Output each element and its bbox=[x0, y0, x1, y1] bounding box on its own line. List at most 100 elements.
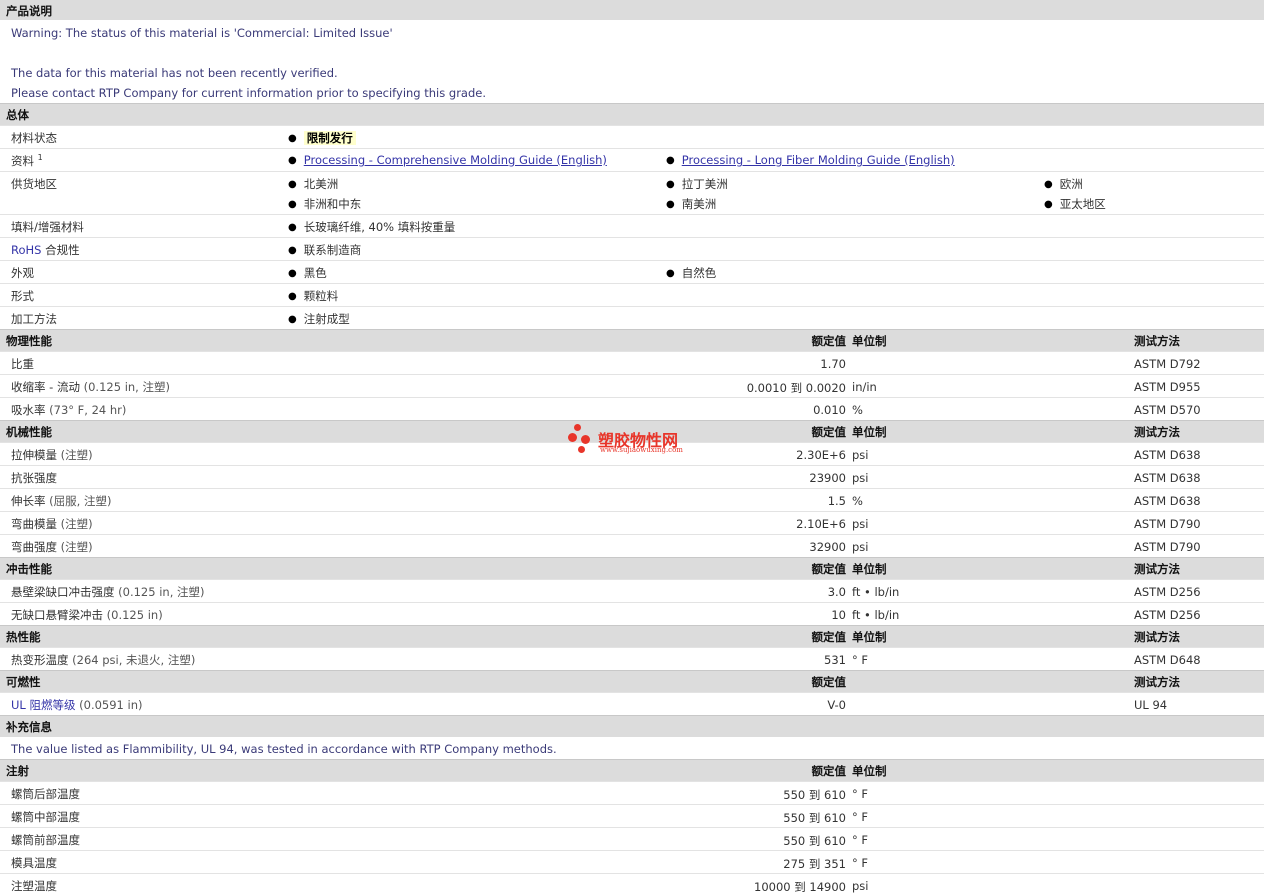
header-value: 额定值 bbox=[811, 562, 847, 576]
row-test: ASTM D790 bbox=[1134, 517, 1201, 531]
property-row: UL 阻燃等级 (0.0591 in) V-0 UL 94 bbox=[0, 692, 1264, 715]
doc-link-comprehensive[interactable]: Processing - Comprehensive Molding Guide… bbox=[288, 153, 607, 167]
row-label: UL 阻燃等级 (0.0591 in) bbox=[11, 698, 143, 712]
row-unit: in/in bbox=[852, 380, 877, 394]
row-value: 550 到 610 bbox=[783, 788, 846, 802]
section-product-description: 产品说明 bbox=[0, 0, 1264, 20]
note-text: The data for this material has not been … bbox=[11, 66, 338, 80]
region-item: 非洲和中东 bbox=[288, 196, 362, 212]
section-title: 补充信息 bbox=[6, 720, 52, 734]
row-test: ASTM D570 bbox=[1134, 403, 1201, 417]
row-label: 模具温度 bbox=[11, 856, 57, 870]
filler-value: 长玻璃纤维, 40% 填料按重量 bbox=[288, 219, 456, 235]
row-value: 2.30E+6 bbox=[796, 448, 846, 462]
row-unit: ° F bbox=[852, 810, 869, 824]
property-row: 弯曲模量 (注塑) 2.10E+6 psi ASTM D790 bbox=[0, 511, 1264, 534]
row-label: 伸长率 (屈服, 注塑) bbox=[11, 494, 112, 508]
row-unit: ft • lb/in bbox=[852, 585, 900, 599]
property-row: 比重 1.70 ASTM D792 bbox=[0, 351, 1264, 374]
header-test: 测试方法 bbox=[1134, 562, 1180, 576]
header-test: 测试方法 bbox=[1134, 675, 1180, 689]
row-label: 弯曲模量 (注塑) bbox=[11, 517, 93, 531]
property-row: 收缩率 - 流动 (0.125 in, 注塑) 0.0010 到 0.0020 … bbox=[0, 374, 1264, 397]
header-value: 额定值 bbox=[811, 630, 847, 644]
row-label: 拉伸模量 (注塑) bbox=[11, 448, 93, 462]
row-unit: ° F bbox=[852, 787, 869, 801]
row-value: 275 到 351 bbox=[783, 857, 846, 871]
row-label: 螺筒中部温度 bbox=[11, 810, 80, 824]
row-value: 531 bbox=[824, 653, 846, 667]
row-label: 弯曲强度 (注塑) bbox=[11, 540, 93, 554]
section-general: 总体 bbox=[0, 103, 1264, 125]
appearance-item: 自然色 bbox=[666, 265, 717, 281]
logo-dot bbox=[581, 435, 590, 444]
row-value: 32900 bbox=[809, 540, 846, 554]
row-test: ASTM D638 bbox=[1134, 448, 1201, 462]
row-value: 10000 到 14900 bbox=[754, 880, 846, 894]
row-unit: psi bbox=[852, 448, 869, 462]
header-value: 额定值 bbox=[811, 764, 847, 778]
row-label: 无缺口悬臂梁冲击 (0.125 in) bbox=[11, 608, 163, 622]
header-value: 额定值 bbox=[811, 425, 847, 439]
row-value: V-0 bbox=[827, 698, 846, 712]
row-value: 1.5 bbox=[827, 494, 846, 508]
row-unit: ft • lb/in bbox=[852, 608, 900, 622]
row-appearance: 外观 黑色 自然色 bbox=[0, 260, 1264, 283]
row-rohs: RoHS 合规性 联系制造商 bbox=[0, 237, 1264, 260]
section-title: 产品说明 bbox=[6, 4, 52, 18]
injection-rows: 螺筒后部温度 550 到 610 ° F 螺筒中部温度 550 到 610 ° … bbox=[0, 781, 1264, 896]
section-physical: 物理性能 额定值 单位制 测试方法 bbox=[0, 329, 1264, 351]
row-unit: psi bbox=[852, 471, 869, 485]
status-value: 限制发行 bbox=[288, 130, 356, 146]
section-injection: 注射 额定值 单位制 bbox=[0, 759, 1264, 781]
logo-dot bbox=[568, 433, 577, 442]
row-label: 填料/增强材料 bbox=[11, 220, 84, 234]
doc-link-long-fiber[interactable]: Processing - Long Fiber Molding Guide (E… bbox=[666, 153, 955, 167]
row-label: 热变形温度 (264 psi, 未退火, 注塑) bbox=[11, 653, 196, 667]
row-value: 1.70 bbox=[820, 357, 846, 371]
header-value: 额定值 bbox=[811, 334, 847, 348]
section-title: 总体 bbox=[6, 108, 29, 122]
section-title: 热性能 bbox=[6, 630, 41, 644]
row-label: 收缩率 - 流动 (0.125 in, 注塑) bbox=[11, 380, 170, 394]
region-item: 拉丁美洲 bbox=[666, 176, 728, 192]
row-unit: ° F bbox=[852, 856, 869, 870]
property-row: 吸水率 (73° F, 24 hr) 0.010 % ASTM D570 bbox=[0, 397, 1264, 420]
region-item: 亚太地区 bbox=[1044, 196, 1106, 212]
row-test: UL 94 bbox=[1134, 698, 1168, 712]
logo-dot bbox=[574, 424, 581, 431]
section-title: 可燃性 bbox=[6, 675, 41, 689]
row-label: 材料状态 bbox=[11, 131, 57, 145]
section-title: 物理性能 bbox=[6, 334, 52, 348]
property-row: 抗张强度 23900 psi ASTM D638 bbox=[0, 465, 1264, 488]
property-row: 螺筒中部温度 550 到 610 ° F bbox=[0, 804, 1264, 827]
process-value: 注射成型 bbox=[288, 311, 350, 327]
row-form: 形式 颗粒料 bbox=[0, 283, 1264, 306]
row-label: 螺筒后部温度 bbox=[11, 787, 80, 801]
row-label: 外观 bbox=[11, 266, 34, 280]
row-unit: psi bbox=[852, 517, 869, 531]
row-test: ASTM D955 bbox=[1134, 380, 1201, 394]
region-item: 南美洲 bbox=[666, 196, 717, 212]
logo-dot bbox=[578, 446, 585, 453]
row-unit: % bbox=[852, 403, 863, 417]
rohs-value: 联系制造商 bbox=[288, 242, 362, 258]
impact-rows: 悬壁梁缺口冲击强度 (0.125 in, 注塑) 3.0 ft • lb/in … bbox=[0, 579, 1264, 625]
row-value: 0.010 bbox=[813, 403, 846, 417]
header-value: 额定值 bbox=[811, 675, 847, 689]
header-unit: 单位制 bbox=[852, 764, 887, 778]
row-label: 资料 1 bbox=[11, 153, 43, 168]
row-value: 550 到 610 bbox=[783, 834, 846, 848]
form-value: 颗粒料 bbox=[288, 288, 339, 304]
row-value: 0.0010 到 0.0020 bbox=[746, 381, 846, 395]
header-test: 测试方法 bbox=[1134, 425, 1180, 439]
property-row: 无缺口悬臂梁冲击 (0.125 in) 10 ft • lb/in ASTM D… bbox=[0, 602, 1264, 625]
row-unit: ° F bbox=[852, 833, 869, 847]
property-row: 注塑温度 10000 到 14900 psi bbox=[0, 873, 1264, 896]
row-unit: psi bbox=[852, 879, 869, 893]
mechanical-rows: 拉伸模量 (注塑) 2.30E+6 psi ASTM D638 抗张强度 239… bbox=[0, 442, 1264, 557]
warning-text: Warning: The status of this material is … bbox=[11, 26, 393, 40]
row-label: 螺筒前部温度 bbox=[11, 833, 80, 847]
region-item: 北美洲 bbox=[288, 176, 339, 192]
property-row: 悬壁梁缺口冲击强度 (0.125 in, 注塑) 3.0 ft • lb/in … bbox=[0, 579, 1264, 602]
